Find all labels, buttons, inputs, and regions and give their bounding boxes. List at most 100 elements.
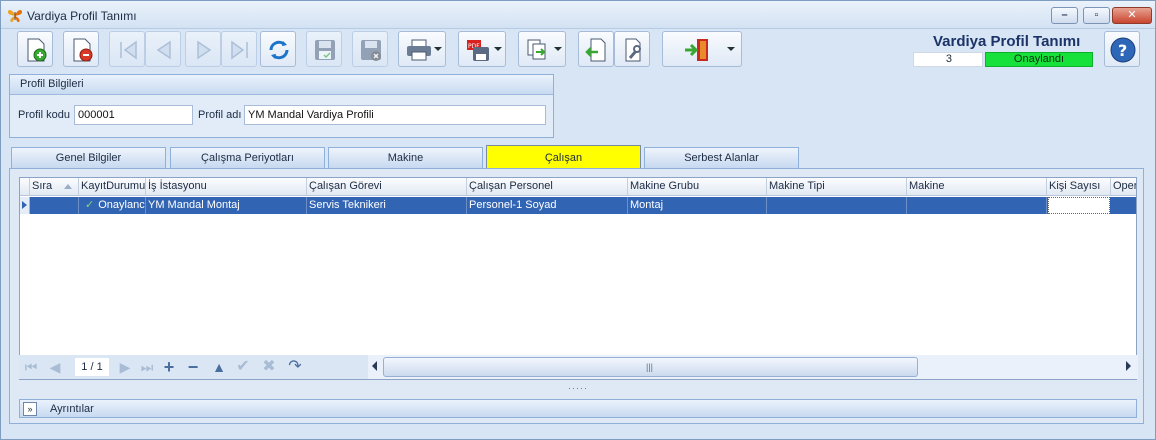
tab-work-periods[interactable]: Çalışma Periyotları xyxy=(170,147,325,168)
maximize-icon: ▫ xyxy=(1094,9,1099,21)
help-button[interactable]: ? xyxy=(1104,31,1140,67)
column-header-makine[interactable]: Makine xyxy=(907,178,1047,196)
wrench-icon xyxy=(625,38,641,62)
minimize-button[interactable]: – xyxy=(1051,7,1078,24)
details-label: Ayrıntılar xyxy=(50,403,94,415)
save-icon xyxy=(315,40,335,60)
row-indicator xyxy=(20,197,30,214)
cell-sira[interactable] xyxy=(30,197,79,214)
profile-code-field[interactable]: 000001 xyxy=(74,105,193,125)
import-button[interactable] xyxy=(578,31,614,67)
row-indicator-header xyxy=(20,178,30,196)
refresh-button[interactable] xyxy=(260,31,296,67)
cell-makine[interactable] xyxy=(907,197,1047,214)
nav-up-icon[interactable]: ▲ xyxy=(209,358,229,376)
splitter-grip-icon[interactable]: ····· xyxy=(568,383,588,393)
title-bar: Vardiya Profil Tanımı – ▫ ✕ xyxy=(1,1,1155,29)
svg-text:?: ? xyxy=(1118,41,1127,60)
page-indicator: 1 / 1 xyxy=(75,358,109,376)
checkmark-icon: ✓ xyxy=(85,199,95,211)
column-header-kisi-sayisi[interactable]: Kişi Sayısı xyxy=(1047,178,1111,196)
profile-name-label: Profil adı xyxy=(198,109,242,121)
cell-oper[interactable] xyxy=(1111,197,1136,214)
current-row-icon xyxy=(22,201,27,209)
refresh-icon xyxy=(269,40,289,60)
chevron-down-icon xyxy=(494,47,502,51)
cell-calisan-gorevi[interactable]: Servis Teknikeri xyxy=(307,197,467,214)
save-button[interactable] xyxy=(306,31,342,67)
column-header-kayit-durumu[interactable]: KayıtDurumu xyxy=(79,178,146,196)
exit-door-icon xyxy=(685,39,708,61)
print-button[interactable] xyxy=(398,31,446,67)
next-icon xyxy=(197,40,212,60)
cancel-save-button[interactable] xyxy=(352,31,388,67)
new-record-button[interactable] xyxy=(17,31,53,67)
profile-code-label: Profil kodu xyxy=(18,109,70,121)
printer-icon xyxy=(407,39,431,61)
copy-export-icon xyxy=(527,39,546,60)
expand-icon[interactable]: » xyxy=(23,402,37,416)
employee-panel: Sıra KayıtDurumu İş İstasyonu Çalışan Gö… xyxy=(9,168,1144,424)
butterfly-icon xyxy=(8,10,22,23)
close-button[interactable]: ✕ xyxy=(1112,7,1152,24)
pdf-save-icon: PDF xyxy=(467,40,489,61)
nav-refresh-icon[interactable]: ↷ xyxy=(285,358,305,376)
group-title: Profil Bilgileri xyxy=(10,75,553,95)
column-header-makine-tipi[interactable]: Makine Tipi xyxy=(767,178,907,196)
first-record-button[interactable] xyxy=(109,31,145,67)
app-window: Vardiya Profil Tanımı – ▫ ✕ PDF Vardiya … xyxy=(0,0,1156,440)
nav-add-icon[interactable]: + xyxy=(159,358,179,376)
column-header-oper[interactable]: Oper xyxy=(1111,178,1136,196)
horizontal-scrollbar[interactable]: ||| xyxy=(368,355,1138,379)
tab-employee[interactable]: Çalışan xyxy=(486,145,641,169)
details-bar[interactable]: » Ayrıntılar xyxy=(19,399,1137,418)
maximize-button[interactable]: ▫ xyxy=(1083,7,1110,24)
nav-next-icon[interactable]: ▶ xyxy=(115,358,135,376)
column-header-makine-grubu[interactable]: Makine Grubu xyxy=(628,178,767,196)
first-icon xyxy=(120,40,137,60)
scroll-left-icon[interactable] xyxy=(372,361,377,371)
delete-document-icon xyxy=(73,38,93,62)
status-badge: Onaylandı xyxy=(985,52,1093,67)
cell-kisi-sayisi[interactable] xyxy=(1048,197,1110,214)
tab-general[interactable]: Genel Bilgiler xyxy=(11,147,166,168)
new-document-icon xyxy=(27,38,47,62)
nav-cancel-icon[interactable]: ✖ xyxy=(259,358,279,376)
copy-export-button[interactable] xyxy=(518,31,566,67)
form-header-title: Vardiya Profil Tanımı xyxy=(933,33,1081,50)
table-row[interactable]: ✓ Onaylanc YM Mandal Montaj Servis Teknik… xyxy=(20,197,1136,214)
cell-calisan-personel[interactable]: Personel-1 Soyad xyxy=(467,197,628,214)
cell-is-istasyonu[interactable]: YM Mandal Montaj xyxy=(146,197,307,214)
sort-ascending-icon xyxy=(64,184,72,189)
export-pdf-button[interactable]: PDF xyxy=(458,31,506,67)
cell-kayit-durumu[interactable]: ✓ Onaylanc xyxy=(79,197,146,214)
last-record-button[interactable] xyxy=(221,31,257,67)
close-icon: ✕ xyxy=(1127,9,1137,21)
discard-icon xyxy=(361,40,381,61)
column-header-is-istasyonu[interactable]: İş İstasyonu xyxy=(146,178,307,196)
nav-previous-icon[interactable]: ◀ xyxy=(45,358,65,376)
nav-confirm-icon[interactable]: ✔ xyxy=(233,358,253,376)
cell-makine-tipi[interactable] xyxy=(767,197,907,214)
tab-free-fields[interactable]: Serbest Alanlar xyxy=(644,147,799,168)
nav-remove-icon[interactable]: − xyxy=(183,358,203,376)
minimize-icon: – xyxy=(1061,9,1068,21)
previous-record-button[interactable] xyxy=(145,31,181,67)
cell-makine-grubu[interactable]: Montaj xyxy=(628,197,767,214)
profile-name-field[interactable]: YM Mandal Vardiya Profili xyxy=(244,105,546,125)
column-header-calisan-personel[interactable]: Çalışan Personel xyxy=(467,178,628,196)
nav-first-icon[interactable]: ⏮ xyxy=(21,358,41,376)
scroll-right-icon[interactable] xyxy=(1126,361,1131,371)
nav-last-icon[interactable]: ⏭ xyxy=(137,358,157,376)
delete-record-button[interactable] xyxy=(63,31,99,67)
column-header-sira[interactable]: Sıra xyxy=(30,178,79,196)
next-record-button[interactable] xyxy=(185,31,221,67)
employee-grid: Sıra KayıtDurumu İş İstasyonu Çalışan Gö… xyxy=(19,177,1137,380)
exit-button[interactable] xyxy=(662,31,742,67)
profile-info-group: Profil Bilgileri Profil kodu 000001 Prof… xyxy=(9,74,554,138)
tab-machine[interactable]: Makine xyxy=(328,147,483,168)
tools-button[interactable] xyxy=(614,31,650,67)
scrollbar-thumb[interactable]: ||| xyxy=(383,357,918,377)
column-header-calisan-gorevi[interactable]: Çalışan Görevi xyxy=(307,178,467,196)
chevron-down-icon xyxy=(727,47,735,51)
